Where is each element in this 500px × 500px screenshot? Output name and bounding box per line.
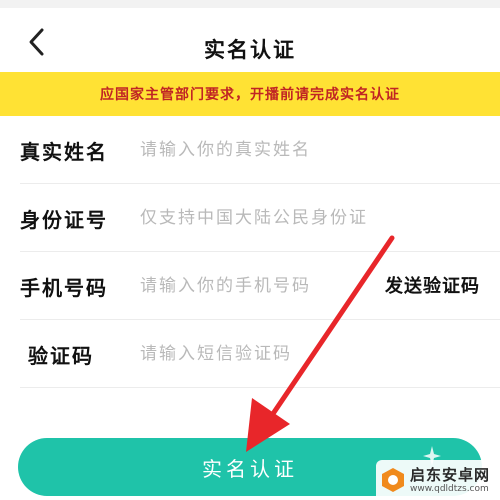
verification-code-input[interactable]	[140, 338, 370, 370]
send-code-button[interactable]: 发送验证码	[385, 272, 480, 298]
phone-input[interactable]	[140, 270, 370, 302]
phone-label: 手机号码	[20, 276, 108, 300]
row-divider	[20, 251, 500, 252]
watermark: 启东安卓网 www.qdldtzs.com	[376, 460, 500, 500]
form-row-phone: 手机号码 发送验证码	[0, 254, 500, 320]
notice-text: 应国家主管部门要求，开播前请完成实名认证	[100, 87, 400, 103]
row-divider	[20, 183, 500, 184]
verification-code-label: 验证码	[28, 344, 94, 368]
form-row-code: 验证码	[0, 322, 500, 388]
id-number-label: 身份证号	[20, 208, 108, 232]
site-logo-icon	[382, 468, 404, 492]
form-row-name: 真实姓名	[0, 118, 500, 184]
name-input[interactable]	[140, 134, 370, 166]
form-row-id: 身份证号	[0, 186, 500, 252]
page-title: 实名认证	[204, 38, 296, 62]
header: 实名认证	[0, 8, 500, 72]
row-divider	[20, 319, 500, 320]
row-divider	[20, 387, 500, 388]
status-bar	[0, 0, 500, 8]
id-number-input[interactable]	[140, 202, 410, 234]
watermark-url: www.qdldtzs.com	[410, 484, 489, 494]
watermark-name: 启东安卓网	[410, 466, 491, 484]
notice-bar: 应国家主管部门要求，开播前请完成实名认证	[0, 72, 500, 116]
name-label: 真实姓名	[20, 140, 108, 164]
